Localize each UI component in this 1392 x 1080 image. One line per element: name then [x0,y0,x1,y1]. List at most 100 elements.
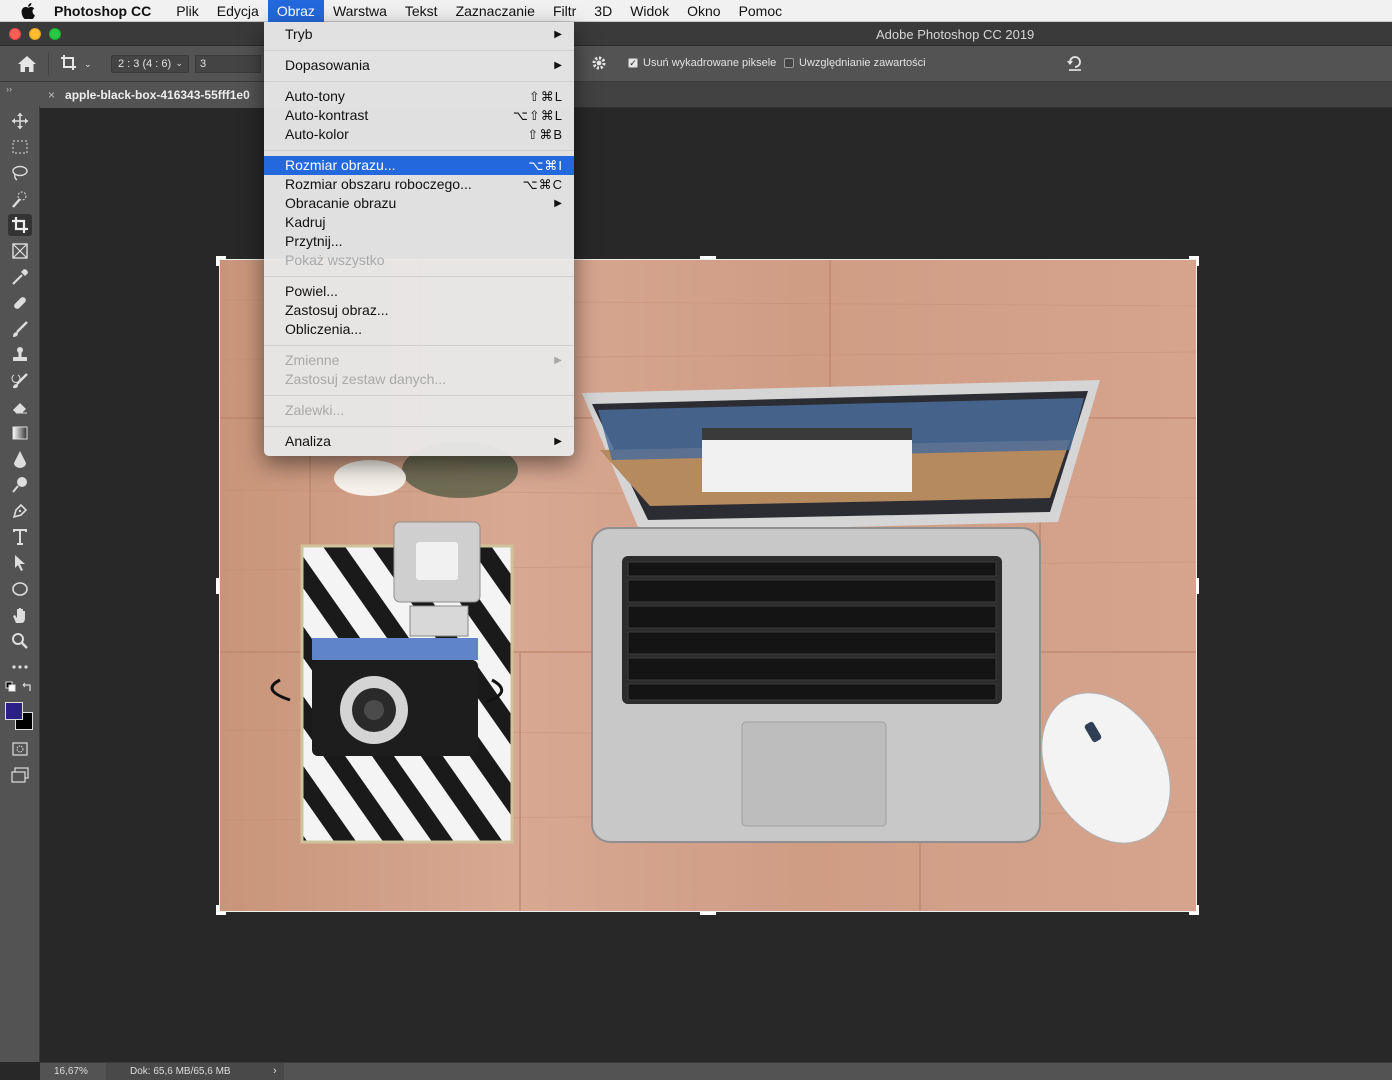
crop-icon[interactable] [8,214,32,236]
type-icon[interactable] [8,526,32,548]
close-icon[interactable]: × [48,88,55,102]
reset-icon[interactable] [1066,54,1084,75]
swap-colors-icon[interactable] [20,680,34,694]
menu-filtr[interactable]: Filtr [544,0,585,22]
menu-okno[interactable]: Okno [678,0,729,22]
foreground-color-swatch[interactable] [5,702,23,720]
menu-item-label: Zmienne [285,352,340,368]
close-window-button[interactable] [9,28,21,40]
menu-item-auto-kontrast[interactable]: Auto-kontrast ⌥⇧⌘L [264,106,574,125]
menu-item-shortcut: ⇧⌘L [528,89,563,104]
status-bar: 16,67% Dok: 65,6 MB/65,6 MB › [40,1062,1392,1080]
home-icon[interactable] [17,55,37,76]
menu-obraz[interactable]: Obraz [267,0,324,22]
menu-item-rozmiar-obszaru-roboczego[interactable]: Rozmiar obszaru roboczego... ⌥⌘C [264,175,574,194]
menu-pomoc[interactable]: Pomoc [730,0,792,22]
default-colors-icon[interactable] [4,680,18,694]
menu-item-dopasowania[interactable]: Dopasowania ▶ [264,56,574,75]
menu-item-auto-kolor[interactable]: Auto-kolor ⇧⌘B [264,125,574,144]
content-aware-checkbox[interactable]: Uwzględnianie zawartości [784,57,926,69]
marquee-icon[interactable] [8,136,32,158]
maximize-window-button[interactable] [49,28,61,40]
menu-item-tryb[interactable]: Tryb ▶ [264,25,574,44]
frame-icon[interactable] [8,240,32,262]
menu-item-zmienne: Zmienne ▶ [264,351,574,370]
lasso-icon[interactable] [8,162,32,184]
menu-plik[interactable]: Plik [167,0,208,22]
path-select-icon[interactable] [8,552,32,574]
pen-icon[interactable] [8,500,32,522]
blur-icon[interactable] [8,448,32,470]
crop-handle-top[interactable] [700,256,716,259]
menu-item-label: Pokaż wszystko [285,252,385,268]
ratio-field[interactable]: 3 [195,55,261,73]
eyedropper-icon[interactable] [8,266,32,288]
menu-item-label: Rozmiar obszaru roboczego... [285,176,472,192]
menu-item-label: Powiel... [285,283,338,299]
history-brush-icon[interactable] [8,370,32,392]
healing-icon[interactable] [8,292,32,314]
quick-mask-icon[interactable] [8,738,32,760]
gradient-icon[interactable] [8,422,32,444]
menu-item-label: Auto-tony [285,88,345,104]
menu-item-label: Rozmiar obrazu... [285,157,396,173]
menu-item-analiza[interactable]: Analiza ▶ [264,432,574,451]
move-icon[interactable] [8,110,32,132]
menu-edycja[interactable]: Edycja [208,0,268,22]
delete-cropped-checkbox[interactable]: ✓ Usuń wykadrowane piksele [628,57,776,69]
menu-item-label: Auto-kolor [285,126,349,142]
menu-warstwa[interactable]: Warstwa [324,0,396,22]
hand-icon[interactable] [8,604,32,626]
dodge-icon[interactable] [8,474,32,496]
menu-item-zastosuj-obraz[interactable]: Zastosuj obraz... [264,301,574,320]
menu-separator [264,75,574,87]
crop-handle-right[interactable] [1196,578,1199,594]
menu-item-zalewki: Zalewki... [264,401,574,420]
gear-icon[interactable] [591,55,607,74]
stamp-icon[interactable] [8,344,32,366]
crop-handle-bottom[interactable] [700,912,716,915]
crop-handle-top-right-v[interactable] [1196,256,1199,266]
minimize-window-button[interactable] [29,28,41,40]
document-tab[interactable]: × apple-black-box-416343-55fff1e0 [40,82,266,108]
menu-item-obracanie-obrazu[interactable]: Obracanie obrazu ▶ [264,194,574,213]
zoom-icon[interactable] [8,630,32,652]
apple-icon[interactable] [18,0,38,22]
eraser-icon[interactable] [8,396,32,418]
menu-item-label: Kadruj [285,214,326,230]
menu-zaznaczanie[interactable]: Zaznaczanie [447,0,544,22]
menu-3d[interactable]: 3D [585,0,621,22]
menu-item-obliczenia[interactable]: Obliczenia... [264,320,574,339]
crop-handle-bottom-left-v[interactable] [216,905,219,915]
status-menu-arrow[interactable]: › [273,1065,277,1077]
crop-handle-bottom-right-v[interactable] [1196,905,1199,915]
crop-handle-top-left-v[interactable] [216,256,219,266]
menu-item-powiel[interactable]: Powiel... [264,282,574,301]
menu-item-rozmiar-obrazu[interactable]: Rozmiar obrazu... ⌥⌘I [264,156,574,175]
menu-item-label: Analiza [285,433,331,449]
menu-separator [264,270,574,282]
quick-select-icon[interactable] [8,188,32,210]
ratio-select[interactable]: 2 : 3 (4 : 6) ⌄ [111,55,189,73]
more-icon[interactable] [8,656,32,678]
app-name[interactable]: Photoshop CC [54,3,151,19]
document-tab-bar: × apple-black-box-416343-55fff1e0 [40,82,1392,108]
menu-item-przytnij[interactable]: Przytnij... [264,232,574,251]
menu-widok[interactable]: Widok [621,0,678,22]
collapse-icon[interactable]: ›› [6,84,12,94]
screen-mode-icon[interactable] [8,764,32,786]
window-title: Adobe Photoshop CC 2019 [876,27,1035,42]
zoom-level[interactable]: 16,67% [54,1066,88,1077]
crop-handle-left[interactable] [216,578,219,594]
crop-tool-preset[interactable]: ⌄ [60,54,92,75]
document-size[interactable]: Dok: 65,6 MB/65,6 MB [106,1063,284,1080]
options-bar: ⌄ 2 : 3 (4 : 6) ⌄ 3 ✓ Usuń wykadrowane p… [0,46,1392,82]
menu-item-auto-tony[interactable]: Auto-tony ⇧⌘L [264,87,574,106]
menu-tekst[interactable]: Tekst [396,0,447,22]
tools-panel-header[interactable]: ›› [0,82,40,106]
ellipse-icon[interactable] [8,578,32,600]
menu-item-label: Zalewki... [285,402,345,418]
menu-item-label: Obliczenia... [285,321,363,337]
brush-icon[interactable] [8,318,32,340]
menu-item-kadruj[interactable]: Kadruj [264,213,574,232]
